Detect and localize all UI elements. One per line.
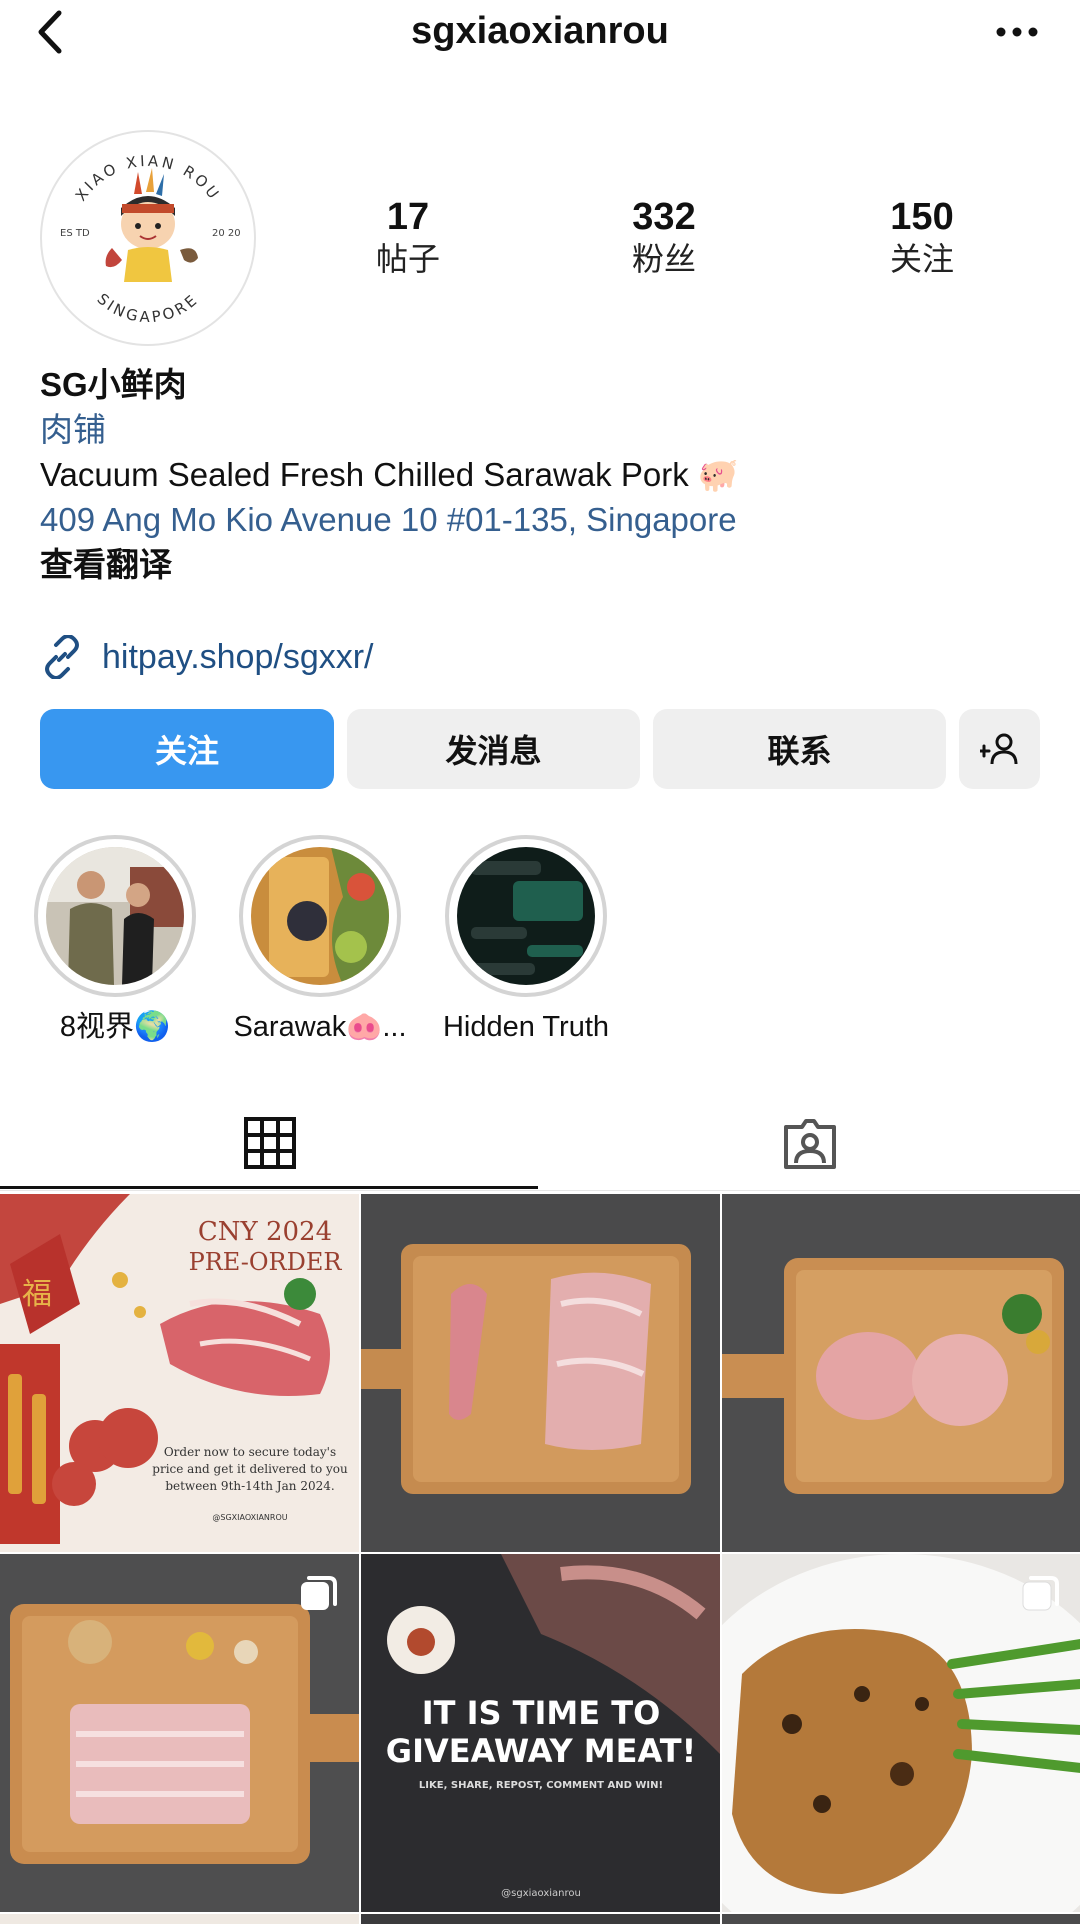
logo-est-left: ES TD bbox=[60, 228, 90, 239]
stat-followers-label: 粉丝 bbox=[631, 241, 696, 277]
business-category[interactable]: 肉铺 bbox=[40, 407, 1040, 452]
highlight-label: Hidden Truth bbox=[442, 1011, 610, 1043]
post-thumbnail[interactable] bbox=[722, 1914, 1080, 1924]
highlight-cover-image bbox=[46, 847, 184, 985]
post-thumbnail[interactable] bbox=[361, 1194, 720, 1552]
grid-icon bbox=[244, 1116, 296, 1169]
cny-title-2: PRE-ORDER bbox=[189, 1248, 343, 1276]
stat-following[interactable]: 150 关注 bbox=[832, 195, 1012, 279]
bio-link[interactable]: hitpay.shop/sgxxr/ bbox=[40, 632, 374, 682]
stat-posts-label: 帖子 bbox=[375, 241, 440, 277]
post-thumbnail[interactable] bbox=[0, 1554, 359, 1912]
svg-text:福: 福 bbox=[22, 1277, 52, 1312]
cny-body-1: Order now to secure today's bbox=[164, 1445, 336, 1459]
see-translation-link[interactable]: 查看翻译 bbox=[40, 542, 1040, 587]
stat-following-label: 关注 bbox=[889, 241, 954, 277]
profile-tabs bbox=[0, 1095, 1080, 1190]
stat-posts-value: 17 bbox=[386, 196, 430, 238]
profile-username: sgxiaoxianrou bbox=[411, 10, 669, 52]
cny-body-3: between 9th-14th Jan 2024. bbox=[165, 1479, 334, 1493]
cny-body-2: price and get it delivered to you bbox=[152, 1462, 348, 1476]
follow-button[interactable]: 关注 bbox=[40, 709, 334, 789]
giveaway-line-1: IT IS TIME TO bbox=[422, 1694, 661, 1732]
highlight-sarawak[interactable]: Sarawak🐽... bbox=[230, 835, 410, 1047]
giveaway-handle: @sgxiaoxianrou bbox=[501, 1888, 581, 1899]
stat-following-value: 150 bbox=[890, 196, 954, 238]
highlight-8-vision[interactable]: 8视界🌍 bbox=[25, 835, 205, 1047]
post-thumbnail[interactable] bbox=[722, 1554, 1080, 1912]
carousel-icon bbox=[301, 1576, 337, 1610]
stat-followers-value: 332 bbox=[632, 196, 696, 238]
tab-posts-grid[interactable] bbox=[0, 1095, 540, 1190]
post-thumbnail[interactable]: 福 CNY 2024 PRE-ORDER Order now to secure… bbox=[0, 1194, 359, 1552]
highlight-cover-image bbox=[457, 847, 595, 985]
post-thumbnail[interactable] bbox=[361, 1914, 720, 1924]
top-bar: sgxiaoxianrou bbox=[0, 0, 1080, 64]
more-horizontal-icon bbox=[996, 27, 1038, 37]
profile-bio: SG小鲜肉 肉铺 Vacuum Sealed Fresh Chilled Sar… bbox=[40, 362, 1040, 587]
contact-button[interactable]: 联系 bbox=[653, 709, 946, 789]
bio-link-text: hitpay.shop/sgxxr/ bbox=[102, 637, 374, 676]
display-name: SG小鲜肉 bbox=[40, 366, 187, 403]
highlight-hidden-truth[interactable]: Hidden Truth bbox=[436, 835, 616, 1047]
link-icon bbox=[45, 635, 79, 679]
tab-tagged[interactable] bbox=[540, 1095, 1080, 1190]
stat-posts[interactable]: 17 帖子 bbox=[318, 195, 498, 279]
suggested-accounts-button[interactable] bbox=[959, 709, 1040, 789]
more-options-button[interactable] bbox=[992, 12, 1042, 52]
profile-avatar[interactable]: XIAO XIAN ROU SINGAPORE ES TD 20 20 bbox=[40, 130, 256, 346]
highlight-label: Sarawak🐽... bbox=[233, 1011, 407, 1043]
giveaway-line-2: GIVEAWAY MEAT! bbox=[386, 1732, 696, 1770]
post-thumbnail[interactable]: IT IS TIME TO GIVEAWAY MEAT! LIKE, SHARE… bbox=[361, 1554, 720, 1912]
logo-est-right: 20 20 bbox=[212, 228, 241, 239]
tabs-divider bbox=[0, 1190, 1080, 1191]
stat-followers[interactable]: 332 粉丝 bbox=[574, 195, 754, 279]
post-thumbnail[interactable] bbox=[722, 1194, 1080, 1552]
cny-handle: @SGXIAOXIANROU bbox=[212, 1513, 287, 1522]
bio-description: Vacuum Sealed Fresh Chilled Sarawak Pork… bbox=[40, 456, 739, 493]
active-tab-indicator bbox=[0, 1186, 538, 1189]
business-address[interactable]: 409 Ang Mo Kio Avenue 10 #01-135, Singap… bbox=[40, 497, 1040, 542]
highlight-cover-image bbox=[251, 847, 389, 985]
tagged-person-icon bbox=[784, 1118, 836, 1169]
highlight-label: 8视界🌍 bbox=[59, 1011, 171, 1043]
add-person-icon bbox=[979, 733, 1017, 765]
cny-title-1: CNY 2024 bbox=[198, 1217, 332, 1247]
message-button[interactable]: 发消息 bbox=[347, 709, 640, 789]
brand-logo: XIAO XIAN ROU SINGAPORE ES TD 20 20 bbox=[48, 138, 248, 338]
post-thumbnail[interactable] bbox=[0, 1914, 359, 1924]
giveaway-line-3: LIKE, SHARE, REPOST, COMMENT AND WIN! bbox=[419, 1780, 663, 1791]
carousel-icon bbox=[1022, 1576, 1059, 1611]
